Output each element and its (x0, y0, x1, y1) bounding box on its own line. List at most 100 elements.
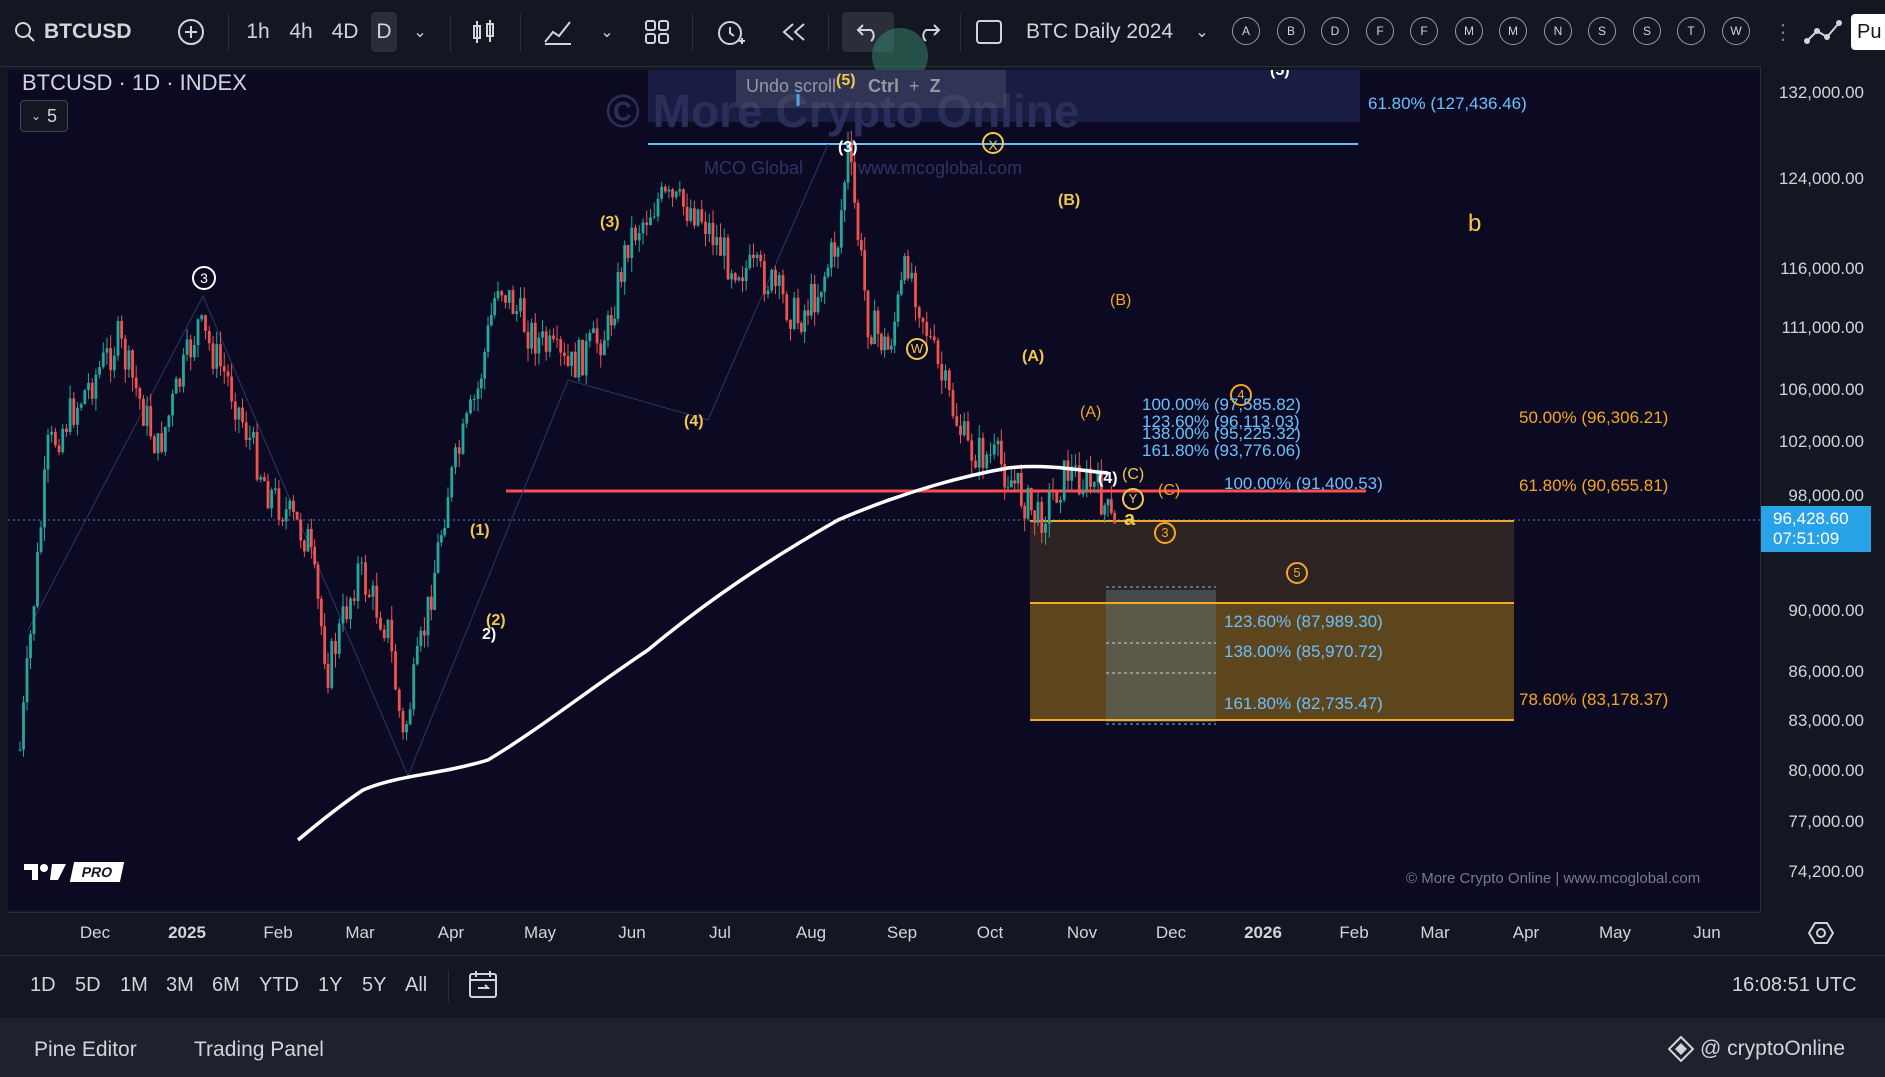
script-button-a[interactable]: A (1232, 17, 1260, 45)
price-axis[interactable]: 132,000.00 124,000.00 116,000.00 111,000… (1760, 66, 1885, 912)
candle-body (496, 291, 500, 299)
candle-body (921, 317, 925, 322)
clock-time[interactable]: 16:08:51 UTC (1732, 974, 1857, 997)
candle-body (886, 336, 890, 350)
candle-body (566, 355, 570, 366)
candle-body (412, 664, 416, 710)
candle-body (341, 606, 345, 624)
candle-body (204, 315, 207, 331)
publish-button[interactable]: Pu (1851, 14, 1885, 50)
y-tick-12: 74,200.00 (1788, 862, 1864, 881)
y-tick-3: 111,000.00 (1781, 318, 1864, 337)
replay-button[interactable] (778, 12, 810, 52)
candle-body (940, 364, 944, 381)
indicators-dropdown[interactable]: ⌄ (595, 12, 619, 52)
candle-body (696, 209, 700, 226)
candle-body (127, 350, 131, 370)
candle-body (744, 267, 748, 282)
legend-title[interactable]: BTCUSD · 1D · INDEX (22, 70, 247, 96)
script-button-s1[interactable]: S (1588, 17, 1616, 45)
axis-settings-button[interactable] (1807, 921, 1835, 950)
candle-body (241, 407, 244, 423)
chart-pane[interactable]: © More Crypto Online MCO Global www.mcog… (8, 70, 1760, 910)
time-axis[interactable]: Dec 2025 Feb Mar Apr May Jun Jul Aug Sep… (8, 912, 1835, 953)
script-button-s2[interactable]: S (1633, 17, 1661, 45)
alarm-clock-icon (718, 21, 745, 45)
x-tick-jul: Jul (709, 923, 731, 942)
script-button-m2[interactable]: M (1499, 17, 1527, 45)
interval-dropdown[interactable]: ⌄ (405, 12, 435, 52)
candle-body (789, 319, 792, 329)
candle-body (748, 254, 752, 268)
candle-body (171, 393, 174, 416)
alert-button[interactable] (712, 12, 750, 52)
script-button-m1[interactable]: M (1455, 17, 1483, 45)
candle-body (947, 370, 951, 390)
candle-body (142, 398, 145, 426)
range-5y[interactable]: 5Y (362, 974, 386, 997)
range-5d[interactable]: 5D (75, 974, 101, 997)
candle-body (602, 340, 606, 356)
x-tick-dec-2: Dec (1155, 923, 1187, 942)
range-1m[interactable]: 1M (120, 974, 148, 997)
range-3m[interactable]: 3M (166, 974, 194, 997)
wave-label-b: b (1468, 210, 1482, 237)
candle-body (606, 315, 610, 341)
script-button-b[interactable]: B (1277, 17, 1305, 45)
candle-body (145, 406, 149, 426)
candle-body (87, 382, 90, 391)
script-button-n[interactable]: N (1544, 17, 1572, 45)
range-6m[interactable]: 6M (212, 974, 240, 997)
compare-add-button[interactable] (174, 12, 208, 52)
interval-1h[interactable]: 1h (240, 12, 276, 52)
chart-type-button[interactable] (468, 12, 500, 52)
candle-body (163, 427, 167, 452)
fib-right-4: 78.60% (83,178.37) (1519, 690, 1669, 709)
go-to-date-button[interactable] (468, 970, 500, 1005)
script-button-f2[interactable]: F (1410, 17, 1438, 45)
interval-4h[interactable]: 4h (283, 12, 319, 52)
range-1d[interactable]: 1D (30, 974, 56, 997)
candle-body (101, 352, 105, 367)
candle-body (826, 267, 830, 277)
indicators-collapse-button[interactable]: ⌄ 5 (20, 100, 68, 132)
range-ytd[interactable]: YTD (259, 974, 299, 997)
tab-trading-panel[interactable]: Trading Panel (194, 1038, 324, 1062)
candle-body (230, 376, 234, 402)
interval-4d[interactable]: 4D (326, 12, 364, 52)
script-button-t[interactable]: T (1677, 17, 1705, 45)
brand-text: @ cryptoOnline (1700, 1037, 1846, 1060)
candle-body (899, 280, 903, 295)
candle-body (292, 500, 295, 512)
script-button-w[interactable]: W (1722, 17, 1750, 45)
tab-pine-editor[interactable]: Pine Editor (34, 1038, 137, 1062)
candle-body (526, 331, 530, 349)
candle-body (829, 242, 833, 268)
more-vertical-icon[interactable]: ⋮ (1768, 12, 1798, 52)
layout-button[interactable] (640, 12, 674, 52)
layout-dropdown[interactable]: ⌄ (1190, 12, 1214, 52)
x-tick-2025: 2025 (168, 923, 206, 942)
symbol-search-button[interactable]: BTCUSD (14, 12, 144, 52)
square-icon (976, 20, 1002, 44)
range-all[interactable]: All (405, 974, 427, 997)
redo-button[interactable] (912, 12, 946, 52)
range-1y[interactable]: 1Y (318, 974, 342, 997)
candle-body (533, 322, 537, 354)
candle-body (319, 598, 323, 627)
candle-body (819, 291, 823, 298)
script-button-f1[interactable]: F (1366, 17, 1394, 45)
interval-d[interactable]: D (371, 12, 397, 52)
candle-body (284, 509, 288, 522)
undo-tooltip: Undo scroll Ctrl + Z (736, 70, 1006, 108)
fullscreen-button[interactable] (972, 12, 1006, 52)
candle-body (1026, 487, 1030, 519)
candle-body (1013, 480, 1017, 484)
wave-label-c-yellow: (C) (1122, 466, 1145, 483)
layout-name-button[interactable]: BTC Daily 2024 (1026, 12, 1184, 52)
candle-body (450, 467, 454, 498)
indicators-button[interactable] (540, 12, 576, 52)
script-button-d[interactable]: D (1321, 17, 1349, 45)
templates-button[interactable] (1800, 12, 1846, 52)
candle-body (316, 564, 320, 599)
